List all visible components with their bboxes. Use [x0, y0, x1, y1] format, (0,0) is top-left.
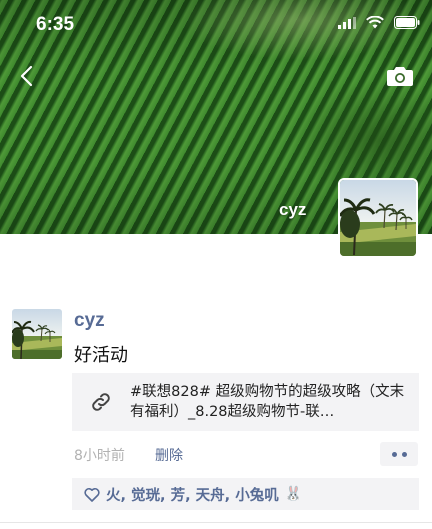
more-dots-icon: [391, 451, 397, 457]
status-icons: [338, 16, 420, 29]
profile-avatar[interactable]: [338, 178, 418, 258]
wifi-icon: [366, 16, 384, 29]
back-button[interactable]: [16, 64, 40, 88]
status-time: 6:35: [36, 14, 75, 35]
post-username[interactable]: cyz: [74, 310, 105, 332]
delete-button[interactable]: 删除: [155, 445, 183, 465]
palm-trees-image: [340, 180, 416, 256]
signal-icon: [338, 16, 356, 29]
likes-names[interactable]: 火, 觉珖, 芳, 天舟, 小兔叽: [106, 484, 279, 505]
camera-button[interactable]: [386, 64, 414, 88]
link-icon-box: [72, 373, 130, 431]
more-options-button[interactable]: [380, 442, 418, 466]
palm-trees-image: [12, 309, 62, 359]
chevron-left-icon: [20, 65, 33, 87]
rabbit-emoji: 🐰: [284, 486, 303, 502]
camera-icon: [387, 67, 413, 86]
post-text: 好活动: [74, 345, 128, 366]
link-title: #联想828# 超级购物节的超级攻略（文末有福利）_8.28超级购物节-联…: [130, 384, 405, 420]
link-icon: [92, 393, 110, 411]
battery-icon: [394, 16, 420, 29]
post-avatar[interactable]: [12, 309, 62, 359]
heart-icon: [84, 487, 100, 502]
profile-name[interactable]: cyz: [279, 200, 306, 220]
shared-link-card[interactable]: #联想828# 超级购物节的超级攻略（文末有福利）_8.28超级购物节-联…: [72, 373, 419, 431]
bottom-divider: [0, 522, 432, 523]
likes-box: 火, 觉珖, 芳, 天舟, 小兔叽 🐰: [72, 478, 419, 510]
post-timestamp: 8小时前: [74, 448, 125, 464]
